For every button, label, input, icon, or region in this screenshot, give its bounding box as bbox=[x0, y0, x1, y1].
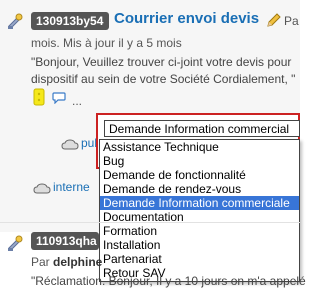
ticket-title-link[interactable]: Courrier envoi devis bbox=[114, 10, 259, 27]
ticket-excerpt: "Réclamation. Bonjour, Il y a 10 jours o… bbox=[31, 274, 306, 288]
sticky-note-icon[interactable] bbox=[33, 88, 45, 106]
row-divider bbox=[0, 222, 300, 223]
edit-pencil-icon[interactable] bbox=[266, 12, 282, 28]
dropdown-option[interactable]: Bug bbox=[100, 154, 299, 168]
ticket-icon bbox=[6, 12, 24, 30]
ticket-icon bbox=[6, 234, 24, 252]
ticket-excerpt-line-2: dispositif au sein de votre Société Cord… bbox=[31, 72, 296, 86]
ticket-excerpt-line-1: "Bonjour, Veuillez trouver ci-joint votr… bbox=[31, 55, 292, 69]
ticket-author-line: Par delphine bbox=[31, 255, 102, 269]
cloud-icon bbox=[33, 182, 51, 194]
author-name[interactable]: delphine bbox=[53, 255, 102, 269]
more-ellipsis[interactable]: ... bbox=[72, 94, 82, 108]
ticket-meta: mois. Mis à jour il y a 5 mois bbox=[31, 36, 182, 50]
dropdown-option[interactable]: Installation bbox=[100, 238, 299, 252]
dropdown-option[interactable]: Partenariat bbox=[100, 252, 299, 266]
tag-interne[interactable]: interne bbox=[53, 180, 90, 194]
title-suffix: Pa bbox=[284, 14, 299, 28]
category-select[interactable]: Demande Information commercial bbox=[104, 120, 300, 137]
dropdown-option[interactable]: Demande de fonctionnalité bbox=[100, 168, 299, 182]
author-prefix: Par bbox=[31, 255, 54, 269]
ticket-id-badge[interactable]: 110913qha bbox=[31, 232, 99, 250]
ticket-id-badge[interactable]: 130913by54 bbox=[31, 12, 109, 30]
category-dropdown-list: Assistance Technique Bug Demande de fonc… bbox=[99, 139, 300, 282]
dropdown-option[interactable]: Assistance Technique bbox=[100, 140, 299, 154]
dropdown-option-selected[interactable]: Demande Information commerciale bbox=[100, 196, 299, 210]
dropdown-option[interactable]: Demande de rendez-vous bbox=[100, 182, 299, 196]
dropdown-option[interactable]: Formation bbox=[100, 224, 299, 238]
comment-icon[interactable] bbox=[52, 92, 66, 105]
cloud-icon bbox=[61, 138, 79, 150]
